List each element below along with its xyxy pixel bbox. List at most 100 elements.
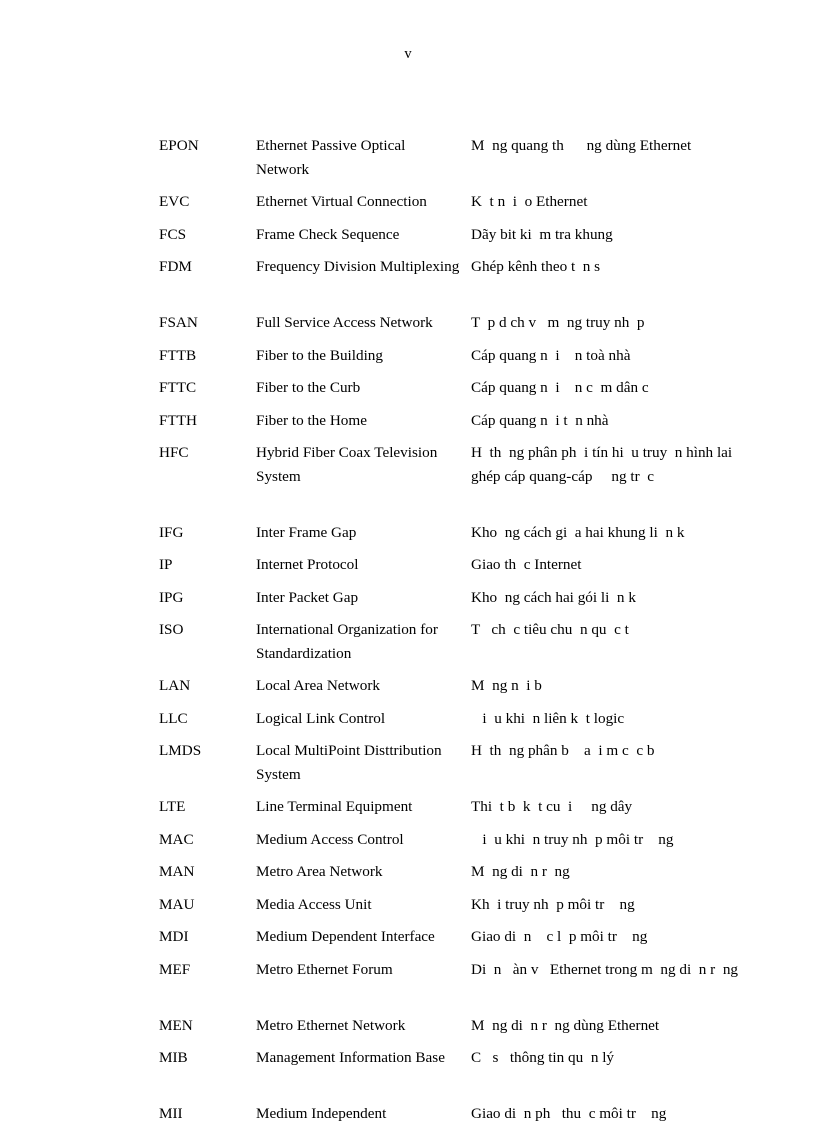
abbreviation-term: MIB — [159, 1049, 188, 1066]
abbreviation-expansion-english: Metro Area Network — [256, 863, 383, 880]
abbreviation-translation-vietnamese: Ghép kênh theo t n s — [471, 258, 601, 275]
abbreviation-term: MEN — [159, 1016, 193, 1034]
abbreviation-expansion-english: Local Area Network — [256, 677, 380, 694]
abbreviation-translation-vietnamese: Giao th c Internet — [471, 556, 582, 573]
glossary-entry: MEF Metro Ethernet Forum Di n àn v Etherne… — [159, 958, 759, 1005]
abbreviation-expansion-english: Fiber to the Building — [256, 346, 383, 364]
abbreviation-term: MAC — [159, 830, 194, 848]
abbreviation-expansion-english: Ethernet Passive Optical Network — [256, 137, 410, 178]
abbreviation-expansion-english: Ethernet Virtual Connection — [256, 193, 427, 210]
glossary-entry: MEN Metro Ethernet Network M ng di n r ng … — [159, 1014, 759, 1038]
glossary-entry: MAC Medium Access Control i u khi n truy … — [159, 828, 759, 852]
abbreviation-translation-vietnamese: Kho ng cách gi a hai khung li n k — [471, 523, 685, 541]
abbreviation-translation-vietnamese: C s thông tin qu n lý — [471, 1049, 615, 1066]
glossary-entry: MII Medium Independent Giao di n ph thu c … — [159, 1102, 759, 1123]
abbreviation-translation-vietnamese: Di n àn v Ethernet trong m ng di n r ng — [471, 960, 739, 978]
abbreviation-expansion-english: Inter Packet Gap — [256, 588, 359, 606]
glossary-entry: IFG Inter Frame Gap Kho ng cách gi a hai k… — [159, 521, 759, 545]
abbreviation-expansion-english: International Organization for Standardi… — [256, 621, 442, 662]
abbreviation-expansion-english: Fiber to the Curb — [256, 379, 361, 396]
abbreviation-expansion-english: Fiber to the Home — [256, 411, 367, 429]
abbreviation-term: FSAN — [159, 314, 198, 331]
abbreviation-translation-vietnamese: Kho ng cách hai gói li n k — [471, 588, 636, 606]
abbreviation-term: IPG — [159, 588, 184, 606]
abbreviation-expansion-english: Medium Dependent Interface — [256, 928, 435, 945]
abbreviation-expansion-english: Management Information Base — [256, 1049, 445, 1066]
abbreviation-translation-vietnamese: M ng di n r ng — [471, 863, 570, 880]
abbreviation-term: LMDS — [159, 742, 202, 759]
abbreviation-translation-vietnamese: i u khi n liên k t logic — [471, 709, 625, 727]
page-number: v — [404, 46, 412, 62]
abbreviation-translation-vietnamese: Cáp quang n i n toà nhà — [471, 346, 631, 364]
abbreviation-expansion-english: Full Service Access Network — [256, 314, 433, 331]
abbreviation-expansion-english: Inter Frame Gap — [256, 523, 357, 541]
abbreviation-term: FDM — [159, 258, 192, 275]
abbreviation-translation-vietnamese: M ng quang th ng dùng Ethernet — [471, 137, 692, 154]
glossary-entry: MDI Medium Dependent Interface Giao di n c… — [159, 925, 759, 949]
abbreviation-expansion-english: Local MultiPoint Disttribution System — [256, 742, 446, 783]
abbreviation-translation-vietnamese: T p d ch v m ng truy nh p — [471, 314, 645, 331]
abbreviation-term: FTTB — [159, 346, 197, 364]
glossary-entry: LTE Line Terminal Equipment Thi t b k t cu… — [159, 795, 759, 819]
glossary-entry: EPON Ethernet Passive Optical Network M ng… — [159, 134, 759, 181]
abbreviations-list: EPON Ethernet Passive Optical Network M ng… — [159, 134, 759, 1123]
abbreviation-expansion-english: Frame Check Sequence — [256, 225, 400, 243]
abbreviation-translation-vietnamese: Cáp quang n i t n nhà — [471, 411, 609, 429]
abbreviation-translation-vietnamese: M ng n i b — [471, 677, 542, 694]
abbreviation-term: MAU — [159, 895, 195, 913]
abbreviation-expansion-english: Internet Protocol — [256, 556, 359, 573]
abbreviation-translation-vietnamese: T ch c tiêu chu n qu c t — [471, 621, 629, 638]
abbreviation-translation-vietnamese: Dãy bit ki m tra khung — [471, 225, 613, 243]
abbreviation-term: FTTC — [159, 379, 197, 396]
abbreviation-term: MII — [159, 1105, 183, 1122]
glossary-entry: FTTC Fiber to the Curb Cáp quang n i n c m… — [159, 376, 759, 400]
abbreviation-expansion-english: Frequency Division Multiplexing — [256, 258, 460, 275]
glossary-entry: FTTH Fiber to the Home Cáp quang n i t n n… — [159, 409, 759, 433]
abbreviation-term: LLC — [159, 709, 188, 727]
abbreviation-expansion-english: Metro Ethernet Forum — [256, 960, 393, 978]
abbreviation-translation-vietnamese: i u khi n truy nh p môi tr ng — [471, 830, 674, 848]
abbreviation-translation-vietnamese: Giao di n c l p môi tr ng — [471, 928, 648, 945]
abbreviation-expansion-english: Media Access Unit — [256, 895, 372, 913]
abbreviation-term: MAN — [159, 863, 195, 880]
glossary-entry: IP Internet Protocol Giao th c Internet — [159, 553, 759, 577]
abbreviation-expansion-english: Hybrid Fiber Coax Television System — [256, 444, 442, 485]
abbreviation-expansion-english: Line Terminal Equipment — [256, 798, 413, 815]
abbreviation-term: EVC — [159, 193, 190, 210]
glossary-entry: FCS Frame Check Sequence Dãy bit ki m tra … — [159, 223, 759, 247]
abbreviation-term: LAN — [159, 677, 191, 694]
glossary-entry: MIB Management Information Base C s thông … — [159, 1046, 759, 1093]
glossary-entry: LMDS Local MultiPoint Disttribution Syste… — [159, 739, 759, 786]
abbreviation-term: EPON — [159, 137, 199, 154]
abbreviation-term: ISO — [159, 621, 184, 638]
abbreviation-expansion-english: Logical Link Control — [256, 709, 386, 727]
abbreviation-term: FTTH — [159, 411, 197, 429]
abbreviation-term: HFC — [159, 444, 189, 461]
abbreviation-expansion-english: Metro Ethernet Network — [256, 1016, 406, 1034]
glossary-entry: FTTB Fiber to the Building Cáp quang n i n… — [159, 344, 759, 368]
glossary-entry: MAN Metro Area Network M ng di n r ng — [159, 860, 759, 884]
abbreviation-term: MDI — [159, 928, 189, 945]
abbreviation-term: MEF — [159, 960, 191, 978]
abbreviation-term: FCS — [159, 225, 187, 243]
abbreviation-translation-vietnamese: Giao di n ph thu c môi tr ng — [471, 1105, 667, 1122]
abbreviation-translation-vietnamese: K t n i o Ethernet — [471, 193, 588, 210]
abbreviation-translation-vietnamese: H th ng phân b a i m c c b — [471, 742, 655, 759]
glossary-entry: HFC Hybrid Fiber Coax Television System H … — [159, 441, 759, 512]
abbreviation-translation-vietnamese: Cáp quang n i n c m dân c — [471, 379, 649, 396]
abbreviation-translation-vietnamese: Kh i truy nh p môi tr ng — [471, 895, 635, 913]
abbreviation-expansion-english: Medium Access Control — [256, 830, 404, 848]
abbreviation-term: IFG — [159, 523, 184, 541]
document-page: v EPON Ethernet Passive Optical Network M … — [0, 0, 816, 1123]
abbreviation-term: IP — [159, 556, 173, 573]
abbreviation-term: LTE — [159, 798, 186, 815]
glossary-entry: FSAN Full Service Access Network T p d ch … — [159, 311, 759, 335]
glossary-entry: IPG Inter Packet Gap Kho ng cách hai gói l… — [159, 586, 759, 610]
abbreviation-translation-vietnamese: H th ng phân ph i tín hi u truy n hình l… — [471, 444, 736, 485]
abbreviation-translation-vietnamese: Thi t b k t cu i ng dây — [471, 798, 633, 815]
glossary-entry: LAN Local Area Network M ng n i b — [159, 674, 759, 698]
glossary-entry: EVC Ethernet Virtual Connection K t n i o … — [159, 190, 759, 214]
glossary-entry: ISO International Organization for Standa… — [159, 618, 759, 665]
glossary-entry: MAU Media Access Unit Kh i truy nh p môi t… — [159, 893, 759, 917]
glossary-entry: LLC Logical Link Control i u khi n liên k… — [159, 707, 759, 731]
